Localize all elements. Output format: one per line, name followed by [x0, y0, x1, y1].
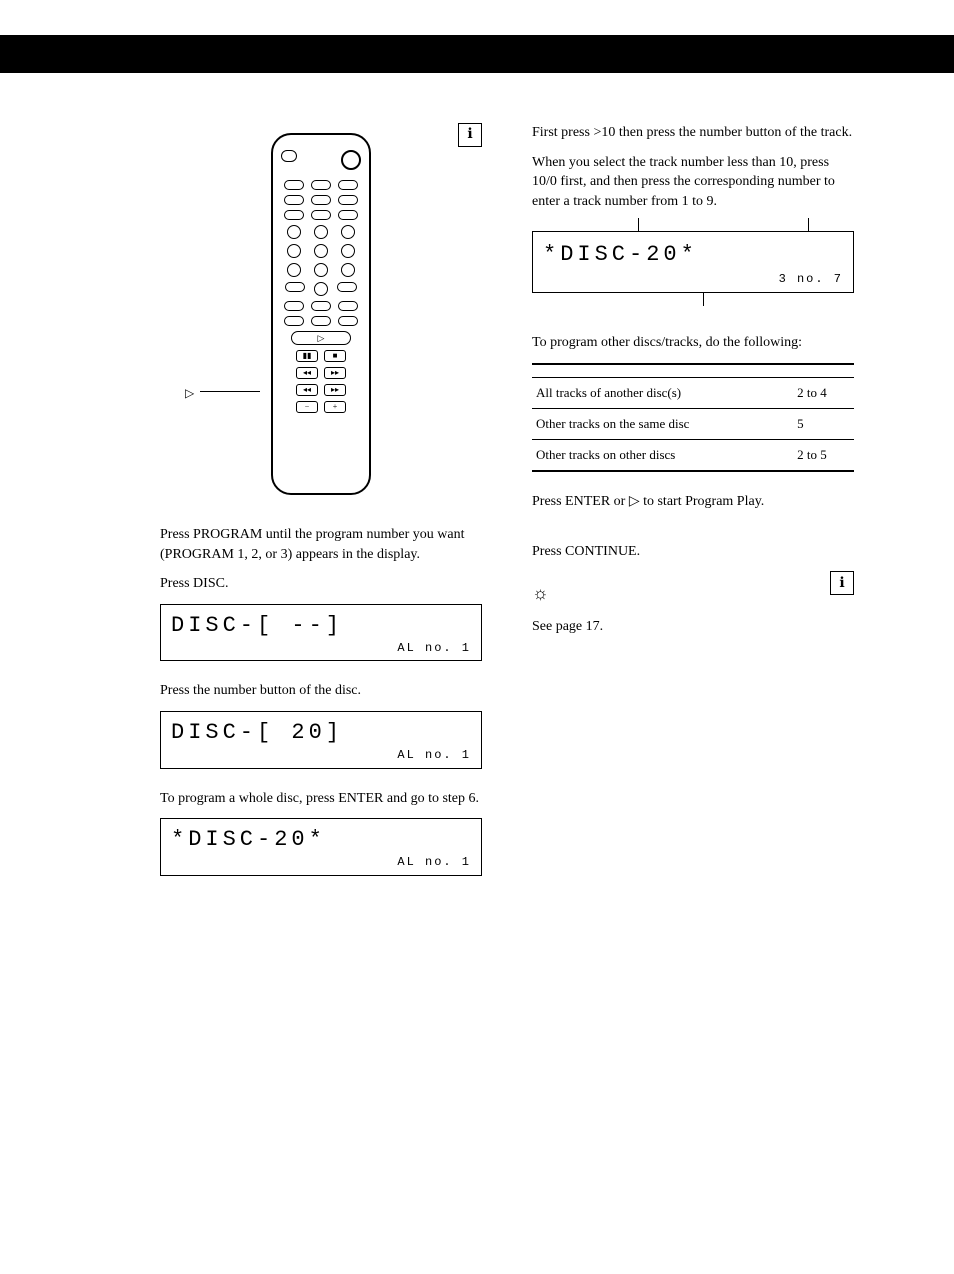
- step-1-text: Press PROGRAM until the program number y…: [160, 525, 482, 564]
- display-sub: 3 no. 7: [543, 271, 843, 288]
- intro-1: First press >10 then press the number bu…: [532, 123, 854, 143]
- remote-usable-icon: ℹ: [458, 123, 482, 147]
- right-column: First press >10 then press the number bu…: [532, 113, 854, 896]
- table-row: Other tracks on the same disc 5: [532, 408, 854, 439]
- display-sub: AL no. 1: [171, 640, 471, 657]
- cell: 2 to 4: [793, 377, 854, 408]
- cell: 5: [793, 408, 854, 439]
- step-2-text: Press DISC.: [160, 574, 482, 594]
- display-main: *DISC-20*: [171, 825, 471, 856]
- left-column: ℹ ▷ ▮▮■ ◂◂▸▸ ◂◂▸▸: [160, 113, 482, 896]
- remote-btn: [281, 150, 297, 162]
- display-panel-2: DISC-[ 20] AL no. 1: [160, 711, 482, 769]
- display-panel-right: *DISC-20* 3 no. 7: [532, 231, 854, 293]
- step-cancel-text: Press CONTINUE.: [532, 542, 854, 562]
- callout-line: [200, 391, 260, 392]
- tip-ref-text: See page 17.: [532, 617, 603, 637]
- display-main: *DISC-20*: [543, 240, 843, 271]
- cell: Other tracks on the same disc: [532, 408, 793, 439]
- tip-icon: ☼: [532, 581, 603, 606]
- step-enter-text: Press ENTER or ▷ to start Program Play.: [532, 492, 854, 512]
- step-4-text: To program a whole disc, press ENTER and…: [160, 789, 482, 809]
- step-6-text: To program other discs/tracks, do the fo…: [532, 333, 854, 353]
- display-sub: AL no. 1: [171, 854, 471, 871]
- display-panel-1: DISC-[ --] AL no. 1: [160, 604, 482, 662]
- cell: Other tracks on other discs: [532, 439, 793, 471]
- remote-btn: [341, 150, 361, 170]
- step-3-text: Press the number button of the disc.: [160, 681, 482, 701]
- display-main: DISC-[ --]: [171, 611, 471, 642]
- display-sub: AL no. 1: [171, 747, 471, 764]
- program-steps-table: All tracks of another disc(s) 2 to 4 Oth…: [532, 363, 854, 473]
- display-main: DISC-[ 20]: [171, 718, 471, 749]
- display-panel-3: *DISC-20* AL no. 1: [160, 818, 482, 876]
- remote-usable-icon: ℹ: [830, 571, 854, 595]
- intro-2: When you select the track number less th…: [532, 153, 854, 212]
- header-bar: [0, 35, 954, 73]
- play-callout-icon: [185, 385, 194, 402]
- table-row: All tracks of another disc(s) 2 to 4: [532, 377, 854, 408]
- play-button-icon: ▷: [291, 331, 351, 345]
- cell: 2 to 5: [793, 439, 854, 471]
- remote-control-diagram: ▷ ▮▮■ ◂◂▸▸ ◂◂▸▸ −+: [271, 133, 371, 495]
- cell: All tracks of another disc(s): [532, 377, 793, 408]
- table-row: Other tracks on other discs 2 to 5: [532, 439, 854, 471]
